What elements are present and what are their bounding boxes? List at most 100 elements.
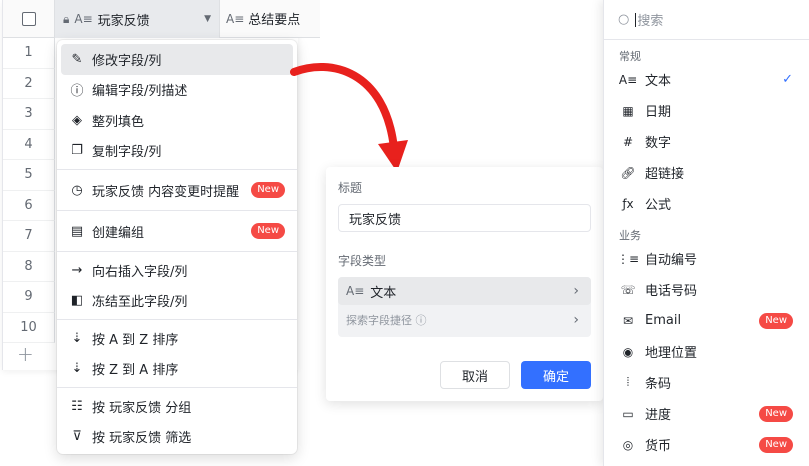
formula-icon: ƒx xyxy=(622,196,634,211)
menu-item-label: 冻结至此字段/列 xyxy=(92,295,188,311)
field-type-label: 电话号码 xyxy=(645,284,698,299)
field-type-currency[interactable]: ◎ 货币 New xyxy=(604,429,809,460)
field-type-label: 字段类型 xyxy=(338,254,387,268)
menu-item-group-by[interactable]: ☷ 按 玩家反馈 分组 xyxy=(57,391,297,422)
title-label: 标题 xyxy=(338,181,363,195)
menu-item-edit-description[interactable]: ⓘ 编辑字段/列描述 xyxy=(57,75,297,106)
search-icon: ○ xyxy=(618,12,630,27)
row-number: 6 xyxy=(3,190,55,221)
edit-field-panel: 标题 玩家反馈 字段类型 A≡ 文本 › 探索字段捷径 ⓘ › 取消 确定 xyxy=(326,167,603,401)
filter-icon: ⊽ xyxy=(72,429,82,445)
menu-item-label: 修改字段/列 xyxy=(92,53,162,69)
menu-item-freeze[interactable]: ◧ 冻结至此字段/列 xyxy=(57,286,297,317)
menu-item-sort-desc[interactable]: ⇣ 按 Z 到 A 排序 xyxy=(57,354,297,385)
cancel-button[interactable]: 取消 xyxy=(440,361,510,389)
phone-icon: ☏ xyxy=(620,282,636,297)
row-number: 9 xyxy=(3,282,55,313)
copy-icon: ❐ xyxy=(71,143,83,159)
text-icon: A≡ xyxy=(618,72,638,87)
location-icon: ◉ xyxy=(622,344,634,359)
freeze-icon: ◧ xyxy=(70,293,84,309)
row-number: 3 xyxy=(3,99,55,130)
calendar-icon: ▦ xyxy=(622,103,634,118)
field-type-auto-number[interactable]: ⋮≡ 自动编号 xyxy=(604,243,809,274)
field-type-location[interactable]: ◉ 地理位置 xyxy=(604,336,809,367)
progress-icon: ▭ xyxy=(622,406,634,421)
field-type-search[interactable]: ○ 搜索 xyxy=(604,0,809,40)
menu-item-label: 按 玩家反馈 筛选 xyxy=(92,431,192,447)
menu-item-insert-right[interactable]: → 向右插入字段/列 xyxy=(57,255,297,286)
column-header-label: 总结要点 xyxy=(248,13,301,28)
menu-item-label: 按 Z 到 A 排序 xyxy=(92,363,179,379)
field-type-formula[interactable]: ƒx 公式 xyxy=(604,188,809,219)
annotation-arrow xyxy=(290,62,408,172)
field-type-select[interactable]: A≡ 文本 › xyxy=(338,277,591,305)
pencil-icon: ✎ xyxy=(71,51,83,67)
new-badge: New xyxy=(251,223,285,239)
menu-item-label: 向右插入字段/列 xyxy=(92,264,188,280)
menu-divider xyxy=(57,387,297,388)
field-type-date[interactable]: ▦ 日期 xyxy=(604,95,809,126)
field-type-link[interactable]: 🔗︎ 超链接 xyxy=(604,157,809,188)
menu-divider xyxy=(57,251,297,252)
sort-asc-icon: ⇣ xyxy=(71,330,83,346)
field-type-label: 数字 xyxy=(645,136,672,151)
menu-item-filter[interactable]: ⊽ 按 玩家反馈 筛选 xyxy=(57,422,297,453)
row-number: 10 xyxy=(3,312,55,343)
row-number: 5 xyxy=(3,160,55,191)
title-input[interactable]: 玩家反馈 xyxy=(338,204,591,232)
menu-item-label: 整列填色 xyxy=(92,114,145,130)
menu-item-copy-field[interactable]: ❐ 复制字段/列 xyxy=(57,136,297,167)
field-type-label: Email xyxy=(645,313,682,328)
group-label-business: 业务 xyxy=(619,229,641,242)
explore-shortcuts[interactable]: 探索字段捷径 ⓘ › xyxy=(338,305,591,335)
menu-item-label: 按 玩家反馈 分组 xyxy=(92,400,192,416)
menu-item-edit-field[interactable]: ✎ 修改字段/列 xyxy=(61,44,293,75)
add-row-button[interactable]: + xyxy=(17,342,34,366)
field-type-label: 超链接 xyxy=(645,167,685,182)
confirm-button[interactable]: 确定 xyxy=(521,361,591,389)
menu-divider xyxy=(57,210,297,211)
field-type-phone[interactable]: ☏ 电话号码 xyxy=(604,274,809,305)
column-header-player-feedback[interactable]: 🔒︎ A≡ 玩家反馈 ▼ xyxy=(55,0,220,38)
menu-item-create-group[interactable]: ▤ 创建编组 New xyxy=(57,214,297,248)
barcode-icon: ⦙ xyxy=(626,375,630,389)
menu-item-label: 复制字段/列 xyxy=(92,145,162,161)
chevron-right-icon: › xyxy=(573,312,579,328)
column-header-summary[interactable]: A≡ 总结要点 xyxy=(220,0,320,38)
text-cursor xyxy=(635,12,637,27)
clock-alert-icon: ◷ xyxy=(71,182,83,198)
chevron-right-icon: › xyxy=(573,283,579,299)
menu-divider xyxy=(57,319,297,320)
number-icon: # xyxy=(622,134,634,149)
menu-item-change-reminder[interactable]: ◷ 玩家反馈 内容变更时提醒 New xyxy=(57,173,297,207)
menu-item-fill-color[interactable]: ◈ 整列填色 xyxy=(57,105,297,136)
row-numbers: 1 2 3 4 5 6 7 8 9 10 xyxy=(3,38,55,343)
field-type-label: 自动编号 xyxy=(645,253,698,268)
menu-item-label: 按 A 到 Z 排序 xyxy=(92,332,179,348)
field-type-text[interactable]: A≡ 文本 ✓ xyxy=(604,64,809,95)
menu-divider xyxy=(57,169,297,170)
group-label-general: 常规 xyxy=(619,50,641,63)
new-badge: New xyxy=(759,405,793,422)
field-type-panel: ○ 搜索 常规 A≡ 文本 ✓ ▦ 日期 # 数字 🔗︎ 超链接 ƒx 公式 业… xyxy=(603,0,809,466)
text-type-icon: A≡ xyxy=(346,284,365,298)
select-all-checkbox[interactable] xyxy=(3,0,55,38)
email-icon: ✉ xyxy=(622,313,634,328)
field-type-number[interactable]: # 数字 xyxy=(604,126,809,157)
lock-icon: 🔒︎ xyxy=(63,11,70,26)
field-type-progress[interactable]: ▭ 进度 New xyxy=(604,398,809,429)
row-number: 1 xyxy=(3,38,55,69)
menu-item-sort-asc[interactable]: ⇣ 按 A 到 Z 排序 xyxy=(57,323,297,354)
group-by-icon: ☷ xyxy=(71,398,83,414)
arrow-right-icon: → xyxy=(71,262,83,278)
field-type-label: 日期 xyxy=(645,105,672,120)
caret-down-icon[interactable]: ▼ xyxy=(204,14,211,24)
field-type-email[interactable]: ✉ Email New xyxy=(604,305,809,336)
field-type-label: 地理位置 xyxy=(645,346,698,361)
row-number: 7 xyxy=(3,221,55,252)
text-type-icon: A≡ xyxy=(226,11,245,26)
new-badge: New xyxy=(251,182,285,198)
field-type-barcode[interactable]: ⦙ 条码 xyxy=(604,367,809,398)
info-icon: ⓘ xyxy=(70,84,84,100)
